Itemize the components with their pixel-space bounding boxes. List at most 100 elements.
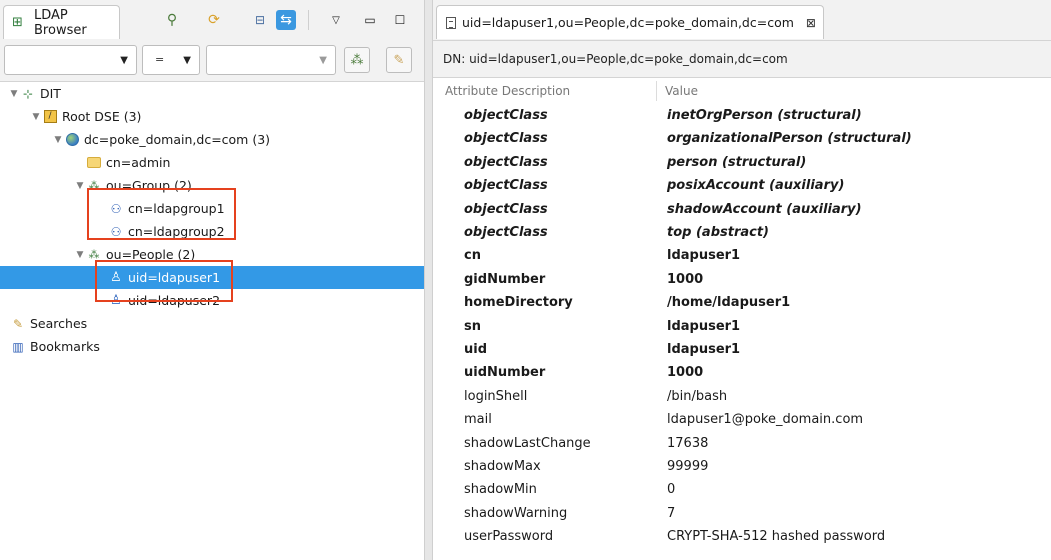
dit-icon: ⊹ bbox=[22, 86, 34, 101]
table-row[interactable]: objectClass organizationalPerson (structu… bbox=[433, 127, 1051, 150]
table-row[interactable]: objectClass posixAccount (auxiliary) bbox=[433, 174, 1051, 197]
collapse-all-icon[interactable]: ⊟ bbox=[250, 10, 270, 30]
table-row[interactable]: shadowMax 99999 bbox=[433, 455, 1051, 478]
value-cell: ldapuser1@poke_domain.com bbox=[667, 412, 864, 428]
tree-item-base-dn[interactable]: ▼ dc=poke_domain,dc=com (3) bbox=[52, 128, 271, 151]
value-cell: top (abstract) bbox=[667, 225, 769, 240]
table-row[interactable]: gidNumber 1000 bbox=[433, 268, 1051, 291]
tree-item-label: cn=admin bbox=[106, 155, 171, 170]
table-row[interactable]: objectClass inetOrgPerson (structural) bbox=[433, 104, 1051, 127]
value-cell: 7 bbox=[667, 505, 676, 521]
value-cell: inetOrgPerson (structural) bbox=[667, 108, 862, 123]
table-row[interactable]: uid ldapuser1 bbox=[433, 338, 1051, 361]
refresh-icon[interactable]: ⟳ bbox=[204, 10, 224, 30]
attribute-cell: sn bbox=[464, 318, 481, 334]
table-row[interactable]: loginShell/bin/bash bbox=[433, 385, 1051, 408]
link-with-editor-icon[interactable]: ⇆ bbox=[276, 10, 296, 30]
attribute-cell: shadowWarning bbox=[464, 505, 568, 521]
value-cell: /home/ldapuser1 bbox=[667, 295, 791, 311]
entry-editor-tab-label: uid=ldapuser1,ou=People,dc=poke_domain,d… bbox=[462, 15, 794, 30]
value-cell: 99999 bbox=[667, 459, 709, 474]
ldap-browser-tab-label: LDAP Browser bbox=[34, 7, 87, 38]
attribute-cell: shadowMax bbox=[464, 459, 541, 474]
chevron-down-icon: ▼ bbox=[319, 54, 327, 66]
attribute-cell: objectClass bbox=[464, 108, 548, 123]
tree-item-label: dc=poke_domain,dc=com (3) bbox=[84, 132, 271, 147]
tree-item-label: Bookmarks bbox=[30, 339, 100, 354]
value-column-header[interactable]: Value bbox=[665, 84, 698, 98]
tree-item-cn-admin[interactable]: cn=admin bbox=[74, 151, 170, 174]
view-menu-icon[interactable]: ▽ bbox=[326, 10, 346, 30]
attribute-cell: uid bbox=[464, 342, 488, 357]
ldap-browser-tab[interactable]: ⊞ LDAP Browser bbox=[3, 5, 120, 39]
tree-item-dit[interactable]: ▼ ⊹ DIT bbox=[8, 82, 61, 105]
table-row[interactable]: mail ldapuser1@poke_domain.com bbox=[433, 408, 1051, 431]
table-row[interactable]: objectClass person (structural) bbox=[433, 151, 1051, 174]
tree-item-root-dse[interactable]: ▼ / Root DSE (3) bbox=[30, 105, 142, 128]
tree-item-label: DIT bbox=[40, 86, 61, 101]
document-icon bbox=[446, 16, 456, 29]
panel-splitter[interactable] bbox=[424, 0, 433, 560]
attribute-cell: gidNumber bbox=[464, 271, 546, 287]
attribute-column-header[interactable]: Attribute Description bbox=[445, 84, 570, 98]
value-cell: posixAccount (auxiliary) bbox=[667, 178, 845, 194]
filter-bar: ▼ = ▼ ▼ ⁂ ✎ bbox=[0, 40, 424, 82]
operator-combo[interactable]: = ▼ bbox=[142, 45, 200, 75]
table-row[interactable]: shadowMin 0 bbox=[433, 478, 1051, 501]
table-row[interactable]: homeDirectory/home/ldapuser1 bbox=[433, 291, 1051, 314]
value-combo[interactable]: ▼ bbox=[206, 45, 336, 75]
dn-bar: DN: uid=ldapuser1,ou=People,dc=poke_doma… bbox=[433, 41, 1051, 78]
toolbar-separator bbox=[308, 10, 309, 30]
table-header: Attribute Description Value bbox=[433, 81, 1051, 103]
globe-icon bbox=[64, 132, 80, 148]
root-dse-icon: / bbox=[42, 109, 58, 125]
attribute-cell: userPassword bbox=[464, 529, 554, 545]
operator-value: = bbox=[155, 53, 165, 66]
folder-icon bbox=[86, 155, 102, 171]
tree-item-label: Searches bbox=[30, 316, 88, 331]
attribute-cell: objectClass bbox=[464, 178, 548, 194]
chevron-down-icon: ▼ bbox=[120, 54, 128, 66]
filter-apply-button[interactable]: ⁂ bbox=[344, 47, 370, 73]
ldap-browser-icon: ⊞ bbox=[12, 15, 23, 30]
tree-item-searches[interactable]: ✎ Searches bbox=[10, 312, 87, 335]
attribute-cell: shadowLastChange bbox=[464, 435, 591, 451]
left-tab-bar: ⊞ LDAP Browser ⚲ ⟳ ⊟ ⇆ ▽ ▭ ☐ bbox=[0, 0, 424, 41]
expanded-icon: ▼ bbox=[54, 134, 62, 145]
value-cell: ldapuser1 bbox=[667, 318, 741, 334]
attribute-cell: loginShell bbox=[464, 388, 528, 404]
entry-editor-tab[interactable]: uid=ldapuser1,ou=People,dc=poke_domain,d… bbox=[436, 5, 824, 39]
value-cell: CRYPT-SHA-512 hashed password bbox=[667, 529, 886, 545]
tree-item-bookmarks[interactable]: ▥ Bookmarks bbox=[10, 335, 100, 358]
attribute-cell: mail bbox=[464, 412, 492, 428]
table-row[interactable]: shadowWarning 7 bbox=[433, 502, 1051, 525]
table-row[interactable]: userPassword CRYPT-SHA-512 hashed passwor… bbox=[433, 525, 1051, 548]
value-cell: person (structural) bbox=[667, 154, 807, 170]
bookmarks-icon: ▥ bbox=[12, 339, 24, 354]
attribute-cell: objectClass bbox=[464, 131, 548, 147]
highlight-box-users bbox=[95, 260, 233, 302]
attribute-cell: shadowMin bbox=[464, 482, 537, 498]
attribute-cell: cn bbox=[464, 248, 481, 264]
searches-icon: ✎ bbox=[12, 316, 24, 331]
attribute-combo[interactable]: ▼ bbox=[4, 45, 137, 75]
chevron-down-icon: ▼ bbox=[183, 54, 191, 66]
column-separator[interactable] bbox=[656, 81, 657, 101]
minimize-icon[interactable]: ▭ bbox=[360, 10, 380, 30]
table-row[interactable]: objectClass shadowAccount (auxiliary) bbox=[433, 198, 1051, 221]
table-row[interactable]: sn ldapuser1 bbox=[433, 315, 1051, 338]
clear-filter-button[interactable]: ✎ bbox=[386, 47, 412, 73]
value-cell: 1000 bbox=[667, 271, 704, 287]
entry-editor-panel: uid=ldapuser1,ou=People,dc=poke_domain,d… bbox=[433, 0, 1051, 560]
value-cell: /bin/bash bbox=[667, 388, 728, 404]
attribute-cell: uidNumber bbox=[464, 365, 546, 381]
maximize-icon[interactable]: ☐ bbox=[390, 10, 410, 30]
table-row[interactable]: cn ldapuser1 bbox=[433, 244, 1051, 267]
close-icon[interactable]: ⊠ bbox=[806, 16, 816, 30]
table-row[interactable]: uidNumber 1000 bbox=[433, 361, 1051, 384]
quick-search-icon[interactable]: ⚲ bbox=[162, 10, 182, 30]
table-row[interactable]: shadowLastChange 17638 bbox=[433, 432, 1051, 455]
dn-label: DN: uid=ldapuser1,ou=People,dc=poke_doma… bbox=[443, 52, 788, 66]
table-row[interactable]: objectClass top (abstract) bbox=[433, 221, 1051, 244]
editor-tab-bar: uid=ldapuser1,ou=People,dc=poke_domain,d… bbox=[433, 0, 1051, 41]
